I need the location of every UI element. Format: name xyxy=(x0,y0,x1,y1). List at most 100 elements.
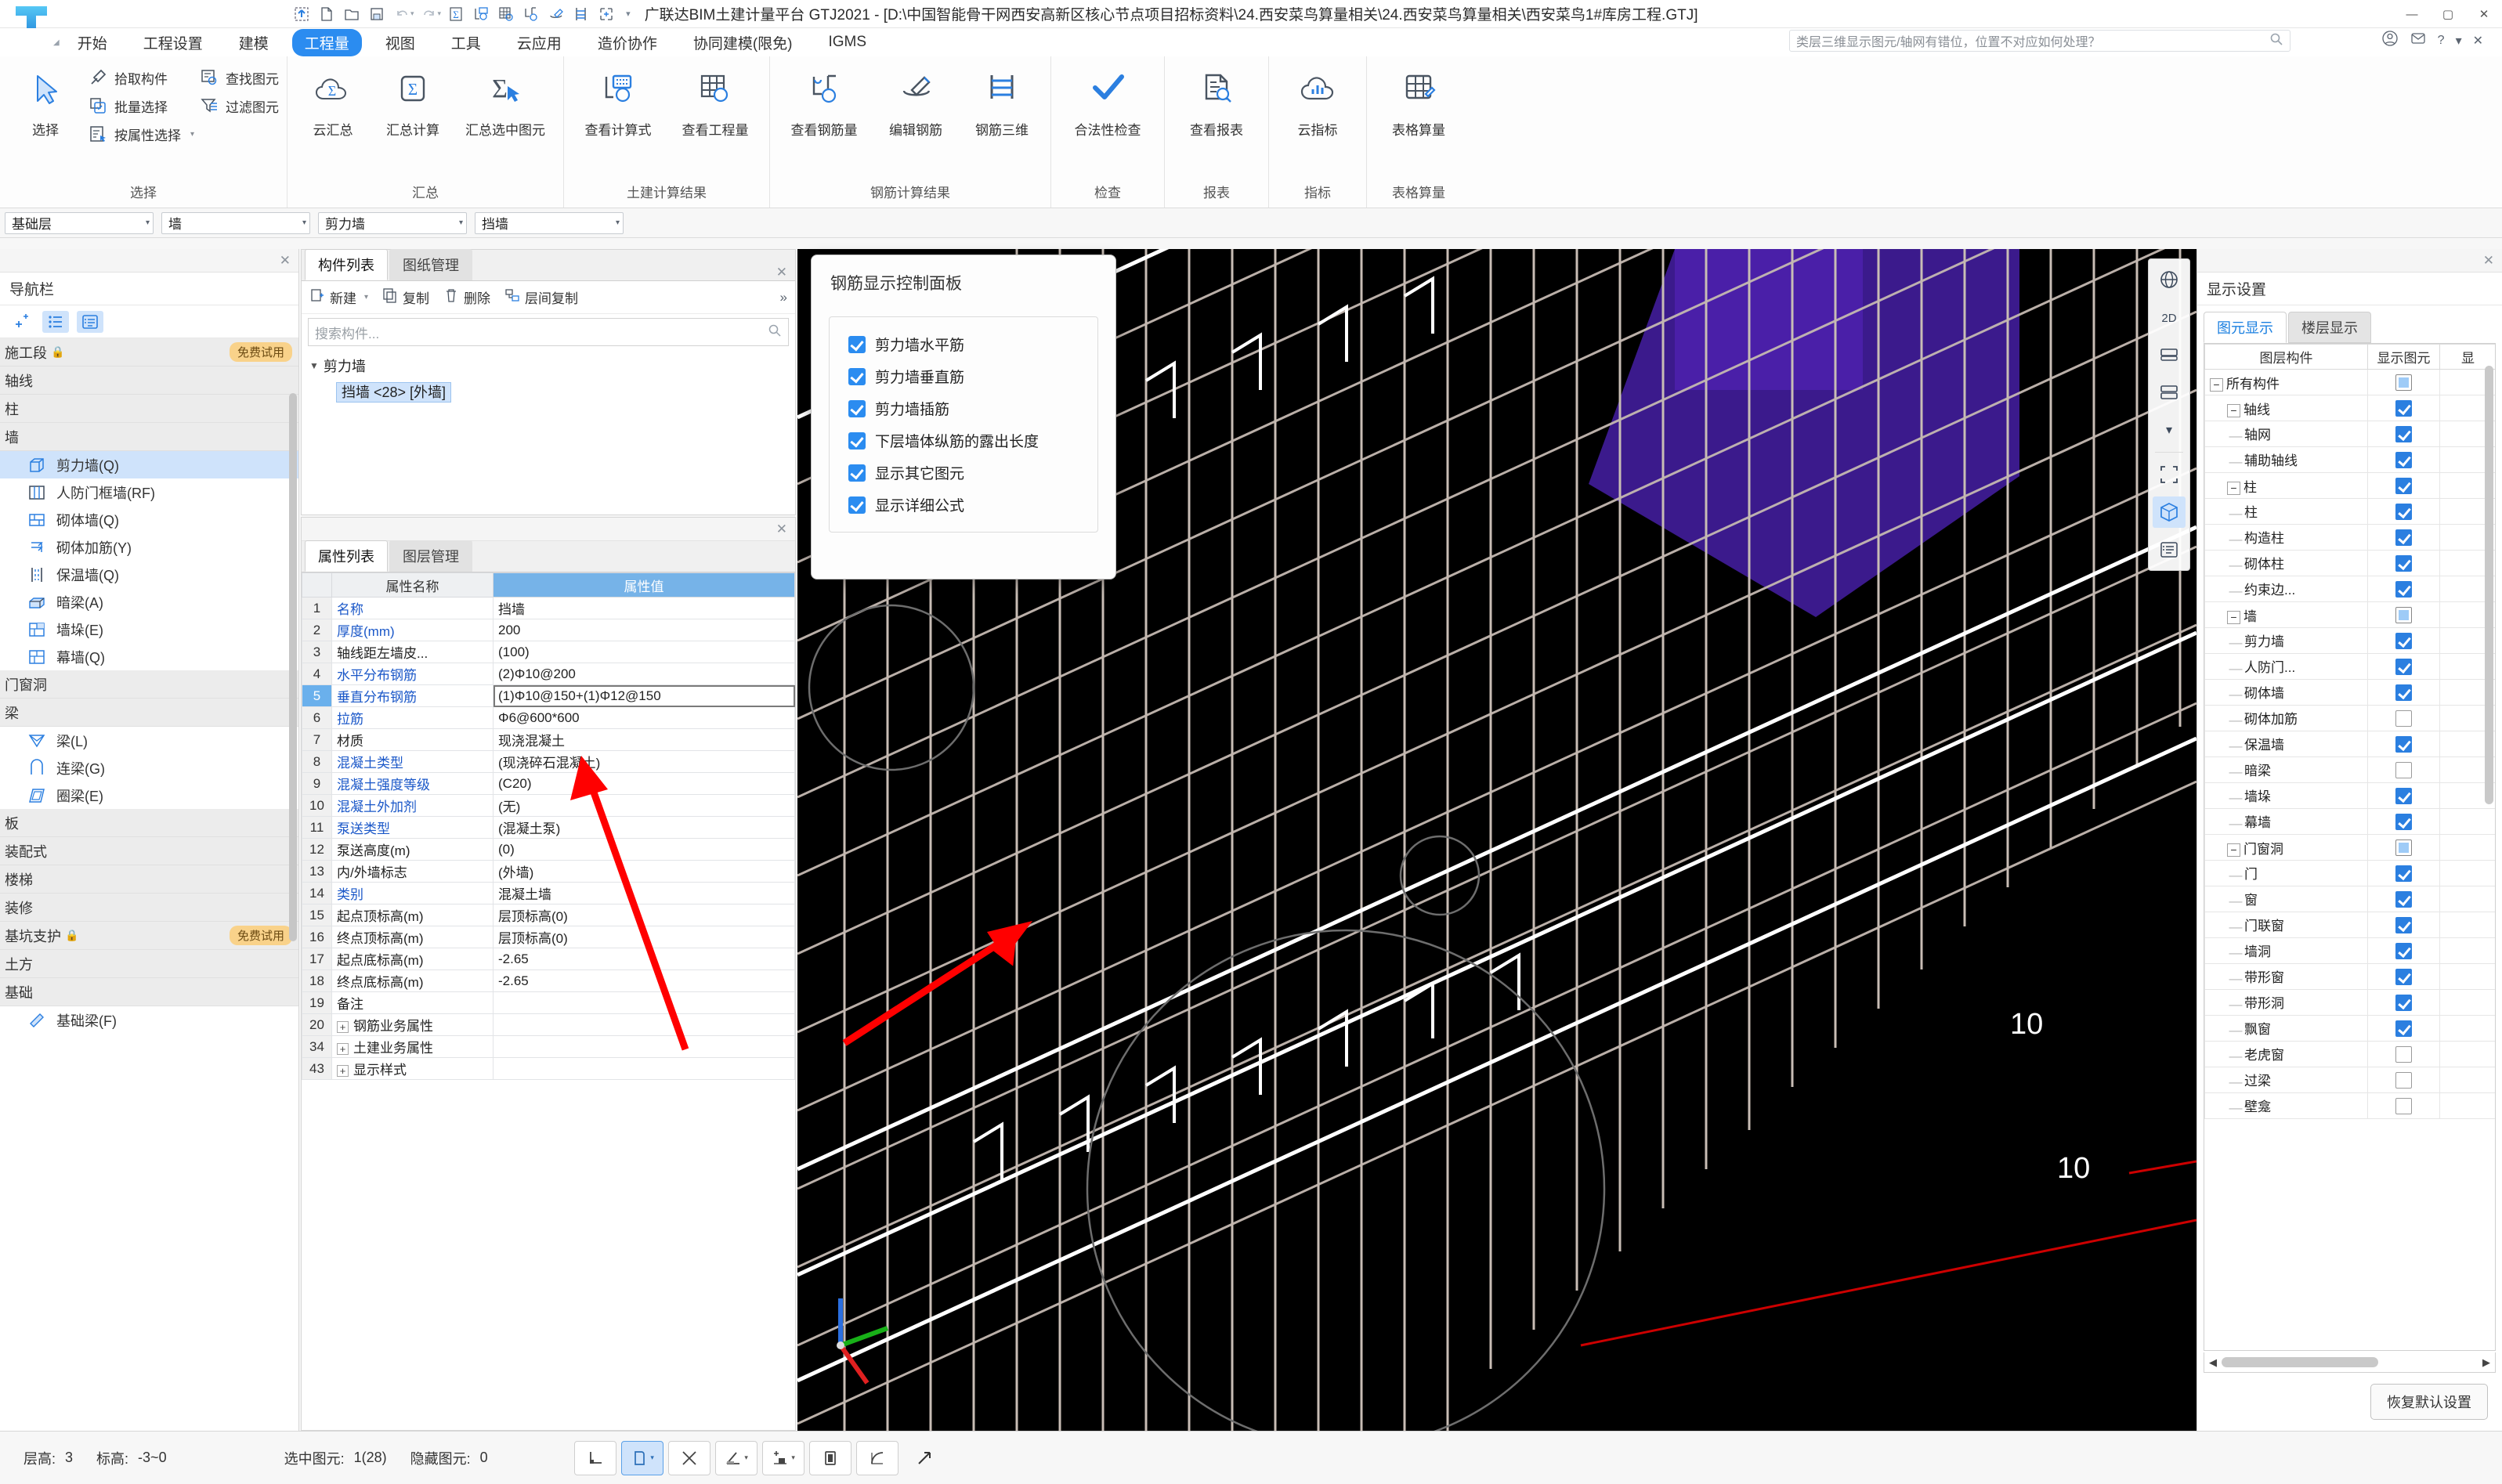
copy-between-floors-button[interactable]: 层间复制 xyxy=(504,287,578,307)
checkbox-checked-icon[interactable] xyxy=(2395,813,2412,830)
display-row-checkbox-cell[interactable] xyxy=(2367,756,2440,783)
view-2d-icon[interactable]: 2D xyxy=(2153,301,2186,333)
snap-parallel-icon[interactable] xyxy=(808,1440,851,1475)
property-row-value[interactable]: (0) xyxy=(493,838,795,861)
checkbox-checked-icon[interactable] xyxy=(2395,968,2412,985)
property-row[interactable]: 10 混凝土外加剂 (无) xyxy=(302,794,795,817)
help-icon[interactable]: ? xyxy=(2438,34,2445,48)
tab-tools[interactable]: 工具 xyxy=(439,29,494,56)
sidebar-item-5-1[interactable]: 连梁(G) xyxy=(0,754,298,782)
property-row-value[interactable]: 200 xyxy=(493,619,795,641)
property-row-value[interactable]: (100) xyxy=(493,641,795,663)
chevron-down-icon[interactable]: ▼ xyxy=(309,360,319,371)
checkbox-partial-icon[interactable] xyxy=(2395,606,2412,623)
property-row-value[interactable] xyxy=(493,1035,795,1058)
nav-group-9[interactable]: 装修 xyxy=(0,894,298,922)
display-row-extra-cell[interactable] xyxy=(2439,808,2495,835)
display-row-checkbox-cell[interactable] xyxy=(2367,937,2440,964)
display-row-checkbox-cell[interactable] xyxy=(2367,912,2440,938)
checkbox-unchecked-icon[interactable] xyxy=(2395,1071,2412,1089)
property-row-value[interactable]: (1)Φ10@150+(1)Φ12@150 xyxy=(493,684,795,707)
property-row[interactable]: 19 备注 xyxy=(302,991,795,1014)
upload-icon[interactable] xyxy=(290,3,313,25)
batch-select-button[interactable]: 批量选择 xyxy=(88,96,194,116)
display-row[interactable]: — 墙洞 xyxy=(2204,937,2495,964)
display-row[interactable]: — 老虎窗 xyxy=(2204,1041,2495,1067)
checkbox-checked-icon[interactable] xyxy=(848,399,866,417)
checkbox-checked-icon[interactable] xyxy=(2395,580,2412,598)
property-row[interactable]: 16 终点顶标高(m) 层顶标高(0) xyxy=(302,926,795,948)
navigation-list[interactable]: 施工段 🔒 免费试用 轴线柱墙剪力墙(Q) 人防门框墙(RF) 砌体墙(Q) 砌体加筋(Y)… xyxy=(0,338,298,1431)
view-rebar-icon[interactable] xyxy=(519,3,543,25)
tab-drawing-manage[interactable]: 图纸管理 xyxy=(389,249,472,280)
sidebar-item-5-0[interactable]: 梁(L) xyxy=(0,727,298,754)
display-row[interactable]: — 飘窗 xyxy=(2204,1015,2495,1042)
property-row[interactable]: 15 起点顶标高(m) 层顶标高(0) xyxy=(302,904,795,926)
chevron-down-icon[interactable]: ▾ xyxy=(2456,33,2462,49)
rebar-display-control-dialog[interactable]: 钢筋显示控制面板 剪力墙水平筋 剪力墙垂直筋 剪力墙插筋 下层墙体纵筋的露出长度 显示其… xyxy=(811,255,1116,580)
checkbox-checked-icon[interactable] xyxy=(2395,477,2412,494)
cube-3d-icon[interactable] xyxy=(2153,496,2186,528)
property-row[interactable]: 3 轴线距左墙皮... (100) xyxy=(302,641,795,663)
checkbox-partial-icon[interactable] xyxy=(2395,839,2412,856)
display-row-checkbox-cell[interactable] xyxy=(2367,446,2440,473)
edit-rebar-icon[interactable] xyxy=(544,3,568,25)
view-formula-button[interactable]: 查看计算式 xyxy=(572,61,664,139)
checkbox-checked-icon[interactable] xyxy=(2395,632,2412,649)
display-row-extra-cell[interactable] xyxy=(2439,834,2495,861)
select-button[interactable]: 选择 xyxy=(8,61,83,139)
expand-plus-icon[interactable]: + xyxy=(337,1021,349,1034)
display-row-extra-cell[interactable] xyxy=(2439,989,2495,1016)
checkbox-checked-icon[interactable] xyxy=(2395,529,2412,546)
display-row-checkbox-cell[interactable] xyxy=(2367,679,2440,706)
checkbox-unchecked-icon[interactable] xyxy=(2395,710,2412,727)
validity-check-button[interactable]: 合法性检查 xyxy=(1059,61,1156,139)
display-row-extra-cell[interactable] xyxy=(2439,963,2495,990)
display-row[interactable]: — 砌体墙 xyxy=(2204,679,2495,706)
copy-component-button[interactable]: 复制 xyxy=(382,287,429,307)
table-calc-button[interactable]: 表格算量 xyxy=(1375,61,1463,139)
display-row-checkbox-cell[interactable] xyxy=(2367,731,2440,757)
view-quantity-icon[interactable] xyxy=(494,3,518,25)
display-row-extra-cell[interactable] xyxy=(2439,860,2495,886)
collapse-minus-icon[interactable]: − xyxy=(2227,610,2240,624)
property-row[interactable]: 12 泵送高度(m) (0) xyxy=(302,838,795,861)
tab-co-modeling[interactable]: 协同建模(限免) xyxy=(681,29,805,56)
display-row-checkbox-cell[interactable] xyxy=(2367,705,2440,731)
layer-stack-icon[interactable] xyxy=(2153,377,2186,408)
chevron-down-icon[interactable]: ▾ xyxy=(744,1453,748,1462)
display-row[interactable]: — 窗 xyxy=(2204,886,2495,912)
display-row[interactable]: − 所有构件 xyxy=(2204,369,2495,395)
display-row-extra-cell[interactable] xyxy=(2439,1067,2495,1093)
component-tree-root[interactable]: ▼ 剪力墙 xyxy=(309,353,795,378)
snap-curve-icon[interactable] xyxy=(855,1440,898,1475)
rebar-option-row[interactable]: 下层墙体纵筋的露出长度 xyxy=(830,424,1097,457)
find-element-button[interactable]: 查找图元 xyxy=(199,67,279,88)
checkbox-checked-icon[interactable] xyxy=(848,464,866,482)
display-row[interactable]: — 剪力墙 xyxy=(2204,627,2495,654)
property-row-value[interactable]: 现浇混凝土 xyxy=(493,728,795,751)
collapse-minus-icon[interactable]: − xyxy=(2210,377,2223,392)
component-search-input[interactable]: 搜索构件... xyxy=(308,318,789,346)
display-row[interactable]: — 轴网 xyxy=(2204,421,2495,447)
display-row[interactable]: − 轴线 xyxy=(2204,395,2495,421)
display-row-checkbox-cell[interactable] xyxy=(2367,782,2440,809)
property-row-value[interactable]: (现浇碎石混凝土) xyxy=(493,750,795,773)
checkbox-checked-icon[interactable] xyxy=(2395,451,2412,468)
pick-component-button[interactable]: 拾取构件 xyxy=(88,67,194,88)
rebar-option-row[interactable]: 显示详细公式 xyxy=(830,489,1097,521)
detail-view-icon[interactable] xyxy=(77,310,103,333)
display-row-checkbox-cell[interactable] xyxy=(2367,1041,2440,1067)
collapse-minus-icon[interactable]: − xyxy=(2227,481,2240,495)
tray-close-icon[interactable]: ✕ xyxy=(2473,33,2483,49)
display-row-extra-cell[interactable] xyxy=(2439,1041,2495,1067)
property-row[interactable]: 8 混凝土类型 (现浇碎石混凝土) xyxy=(302,750,795,773)
display-row-checkbox-cell[interactable] xyxy=(2367,860,2440,886)
sidebar-item-3-7[interactable]: 幕墙(Q) xyxy=(0,643,298,670)
ribbon-collapse-icon[interactable]: ◢ xyxy=(53,38,60,47)
property-row-value[interactable]: Φ6@600*600 xyxy=(493,706,795,729)
property-row-value[interactable]: (混凝土泵) xyxy=(493,816,795,839)
checkbox-unchecked-icon[interactable] xyxy=(2395,1097,2412,1114)
display-row-checkbox-cell[interactable] xyxy=(2367,653,2440,680)
sidebar-item-3-4[interactable]: 保温墙(Q) xyxy=(0,561,298,588)
